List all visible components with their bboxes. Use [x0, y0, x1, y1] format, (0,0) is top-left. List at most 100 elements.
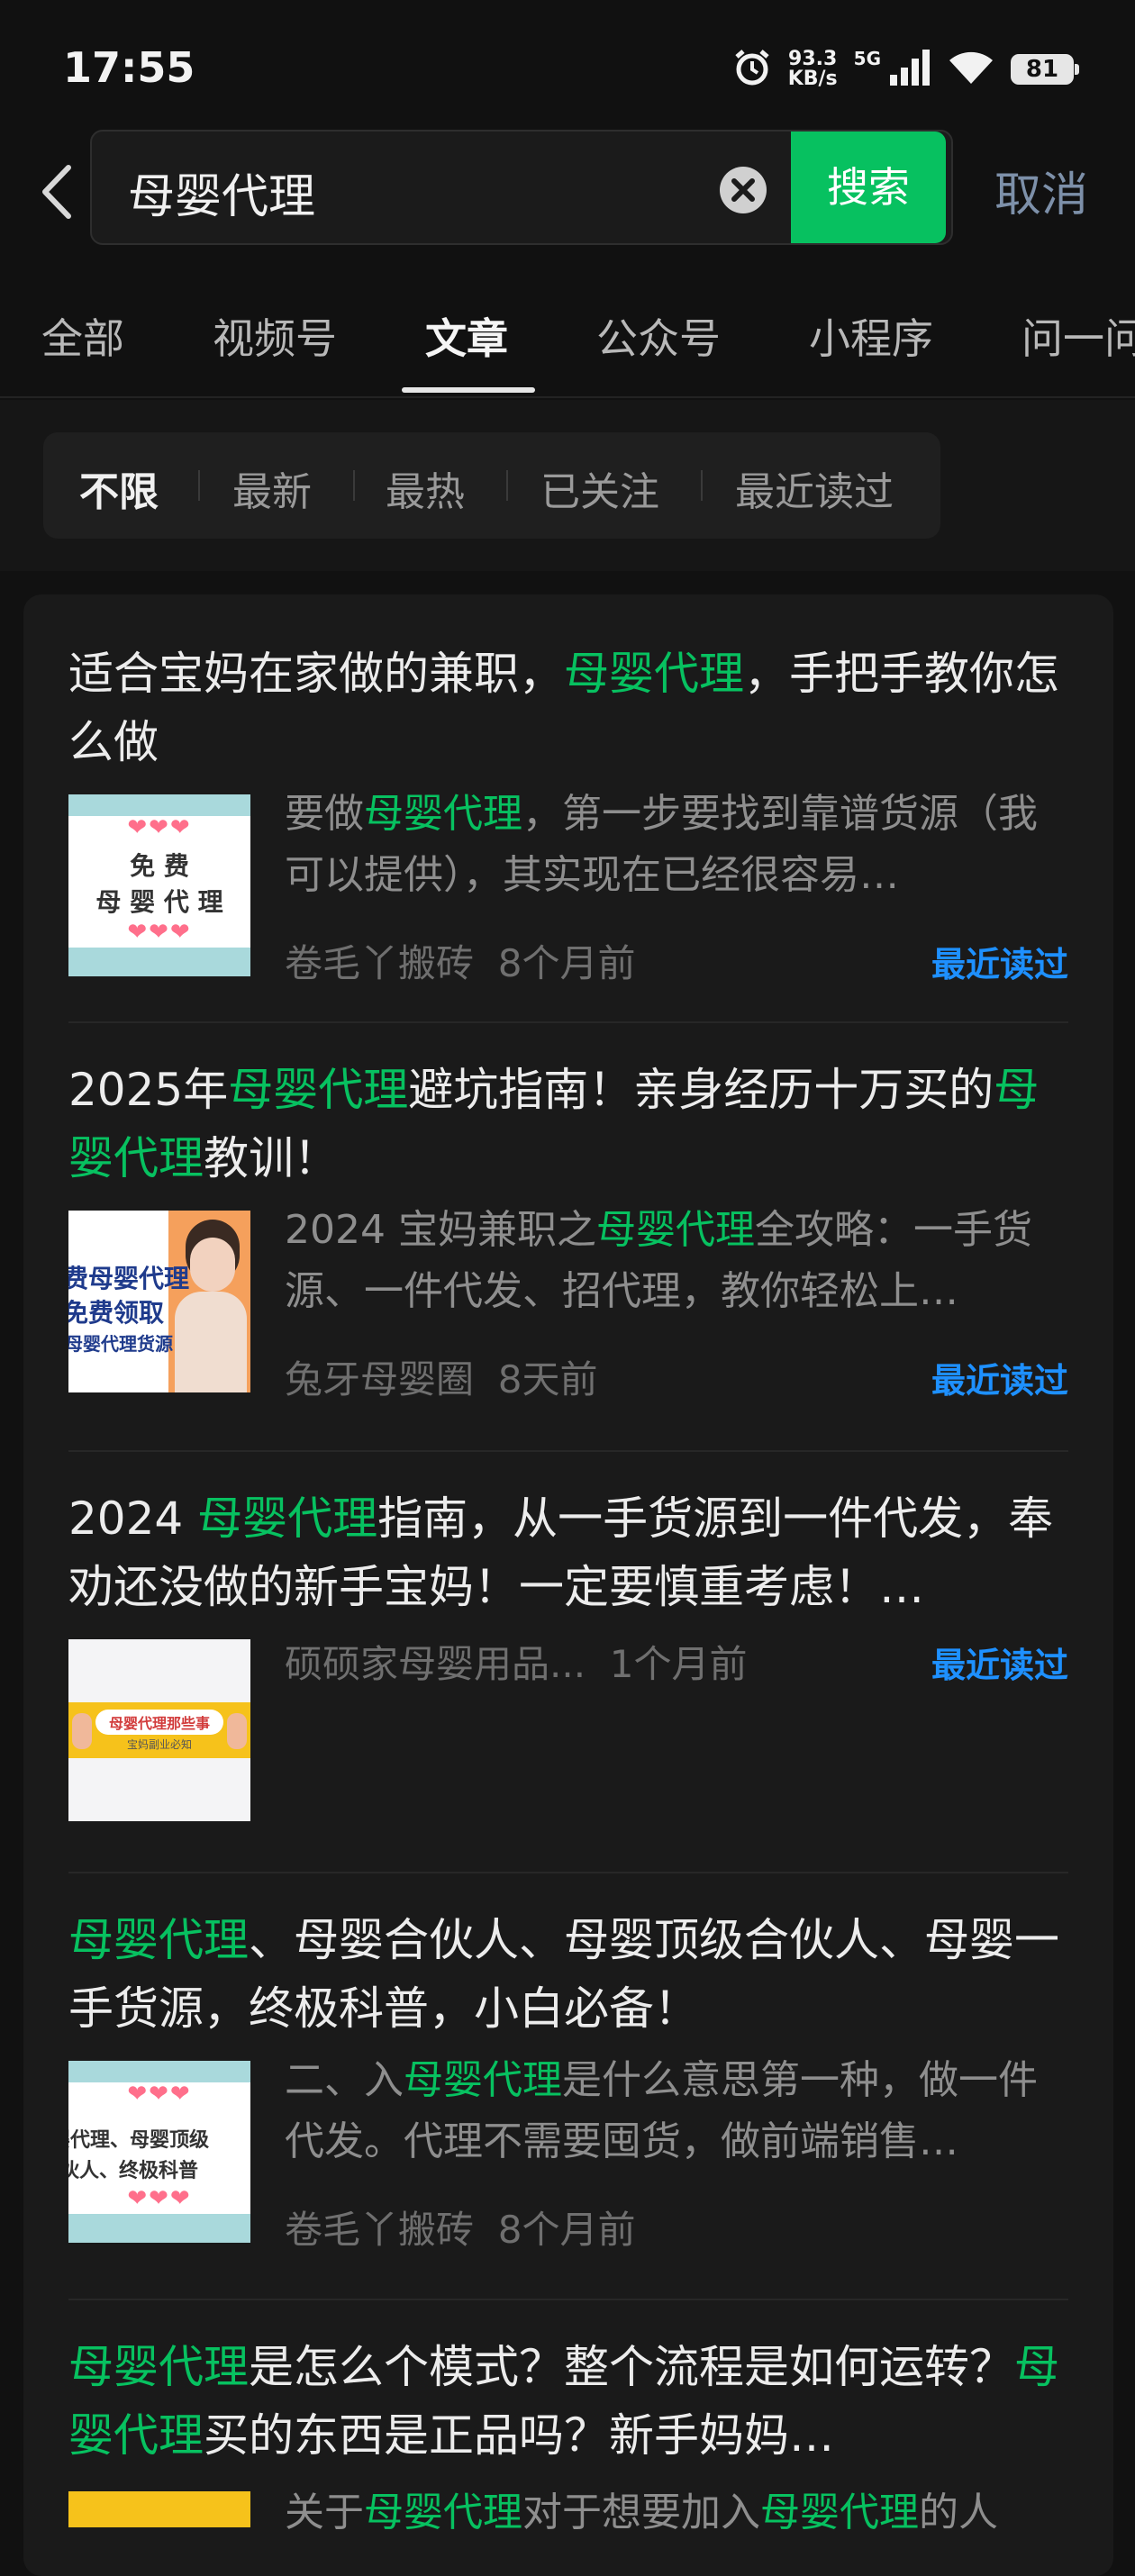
article-meta: 兔牙母婴圈 8天前: [285, 1349, 597, 1404]
search-button[interactable]: 搜索: [791, 132, 946, 243]
article-thumbnail[interactable]: 费母婴代理 免费领取 母婴代理货源: [68, 1211, 250, 1392]
article-thumbnail[interactable]: 母婴代理那些事 宝妈副业必知: [68, 1639, 250, 1821]
summary-text: 二、入: [285, 2057, 404, 2103]
article-title[interactable]: 母婴代理、母婴合伙人、母婴顶级合伙人、母婴一手货源，终极科普，小白必备！: [68, 1906, 1068, 2043]
title-text: 是怎么个模式？整个流程是如何运转？: [249, 2341, 1014, 2393]
article-summary: 二、入母婴代理是什么意思第一种，做一件代发。代理不需要囤货，做前端销售…: [285, 2050, 1068, 2172]
heart-icon: ❤❤❤: [127, 919, 192, 946]
article-meta: 卷毛丫搬砖 8个月前: [285, 933, 635, 988]
hand-icon: [227, 1713, 247, 1749]
article-meta: 卷毛丫搬砖 8个月前: [285, 2200, 635, 2254]
thumbnail-text: 母婴代理那些事: [108, 1715, 210, 1732]
article-title[interactable]: 母婴代理是怎么个模式？整个流程是如何运转？母婴代理买的东西是正品吗？新手妈妈…: [68, 2333, 1068, 2470]
signal-icon: [888, 50, 931, 89]
thumbnail-text: 母 婴 代 理: [95, 887, 223, 917]
thumbnail-text: 母婴代理货源: [68, 1333, 173, 1355]
title-text: 避坑指南！亲身经历十万买的: [408, 1064, 994, 1116]
summary-text: 2024 宝妈兼职之: [285, 1207, 596, 1253]
network-speed: 93.3 KB/s: [788, 50, 838, 89]
filter-unlimited[interactable]: 不限: [79, 459, 159, 517]
filter-latest[interactable]: 最新: [232, 459, 312, 517]
article-title[interactable]: 适合宝妈在家做的兼职，母婴代理，手把手教你怎么做: [68, 639, 1068, 776]
category-tabs: 全部 视频号 文章 公众号 小程序 问一问: [0, 288, 1135, 398]
article-summary: 2024 宝妈兼职之母婴代理全攻略：一手货源、一件代发、招代理，教你轻松上…: [285, 1200, 1068, 1322]
status-bar: 17:55 93.3 KB/s 5G 81: [0, 0, 1135, 135]
heart-icon: ❤❤❤: [127, 2185, 192, 2212]
summary-text: 要做: [285, 791, 364, 837]
title-text: 教训！: [204, 1132, 339, 1184]
back-button[interactable]: [34, 160, 79, 223]
summary-highlight: 母婴代理: [364, 791, 522, 837]
network-speed-unit: KB/s: [787, 68, 838, 90]
active-tab-indicator: [402, 387, 535, 393]
search-input[interactable]: 母婴代理: [128, 159, 315, 226]
article-time: 8个月前: [497, 2208, 636, 2252]
article-thumbnail[interactable]: ❤❤❤ 婴代理、母婴顶级 伙人、终极科普 ❤❤❤: [68, 2061, 250, 2243]
tab-channels[interactable]: 视频号: [213, 306, 337, 366]
article-source: 硕硕家母婴用品...: [285, 1642, 586, 1686]
article-time: 1个月前: [609, 1642, 748, 1686]
title-highlight: 母婴代理: [68, 1914, 249, 1966]
search-box[interactable]: 母婴代理 搜索: [90, 130, 953, 245]
summary-highlight: 母婴代理: [364, 2490, 522, 2535]
status-icons: 93.3 KB/s 5G 81: [732, 47, 1079, 92]
cancel-button[interactable]: 取消: [994, 157, 1088, 224]
title-highlight: 母婴代理: [564, 648, 744, 700]
filter-area: 不限 最新 最热 已关注 最近读过: [0, 400, 1135, 571]
network-type: 5G: [853, 48, 881, 69]
article-thumbnail[interactable]: ❤❤❤ 免 费 母 婴 代 理 ❤❤❤: [68, 794, 250, 976]
filter-recently-read[interactable]: 最近读过: [735, 459, 894, 517]
title-text: 买的东西是正品吗？新手妈妈…: [204, 2409, 834, 2462]
title-highlight: 母婴代理: [197, 1492, 378, 1545]
heart-icon: ❤❤❤: [127, 2081, 192, 2108]
hand-icon: [72, 1713, 92, 1749]
divider: [68, 2299, 1068, 2300]
article-summary: 要做母婴代理，第一步要找到靠谱货源（我可以提供），其实现在已经很容易…: [285, 784, 1068, 906]
thumbnail-text: 伙人、终极科普: [68, 2160, 199, 2182]
article-card[interactable]: 2025年母婴代理避坑指南！亲身经历十万买的母婴代理教训！ 费母婴代理 免费领取…: [68, 1056, 1068, 1416]
article-time: 8天前: [497, 1357, 598, 1401]
article-time: 8个月前: [497, 941, 636, 985]
results-list: 适合宝妈在家做的兼职，母婴代理，手把手教你怎么做 ❤❤❤ 免 费 母 婴 代 理…: [23, 594, 1113, 2576]
thumbnail-text: 婴代理、母婴顶级: [68, 2129, 210, 2152]
thumbnail-text: 免 费: [130, 851, 189, 881]
summary-text: 对于想要加入: [522, 2490, 760, 2535]
article-title[interactable]: 2025年母婴代理避坑指南！亲身经历十万买的母婴代理教训！: [68, 1056, 1068, 1193]
tab-all[interactable]: 全部: [41, 306, 124, 366]
divider: [68, 1450, 1068, 1452]
heart-icon: ❤❤❤: [127, 814, 192, 841]
clear-icon[interactable]: [719, 166, 767, 214]
recently-read-badge: 最近读过: [931, 945, 1068, 984]
article-summary: 关于母婴代理对于想要加入母婴代理的人: [285, 2482, 1068, 2544]
tab-ask[interactable]: 问一问: [1022, 306, 1135, 366]
filter-separator: [506, 470, 508, 501]
filter-hottest[interactable]: 最热: [386, 459, 465, 517]
title-highlight: 母婴代理: [228, 1064, 409, 1116]
tab-articles[interactable]: 文章: [425, 306, 508, 366]
tab-mini-programs[interactable]: 小程序: [809, 306, 933, 366]
article-source: 兔牙母婴圈: [285, 1357, 475, 1401]
battery-indicator: 81: [1011, 54, 1079, 85]
filter-separator: [353, 470, 355, 501]
article-title[interactable]: 2024 母婴代理指南，从一手货源到一件代发，奉劝还没做的新手宝妈！一定要慎重考…: [68, 1484, 1068, 1621]
article-meta: 硕硕家母婴用品... 1个月前: [285, 1634, 748, 1689]
thumbnail-text: 宝妈副业必知: [126, 1738, 192, 1751]
article-card[interactable]: 适合宝妈在家做的兼职，母婴代理，手把手教你怎么做 ❤❤❤ 免 费 母 婴 代 理…: [68, 639, 1068, 991]
search-row: 母婴代理 搜索 取消: [0, 126, 1135, 252]
title-highlight: 母婴代理: [68, 2341, 249, 2393]
tab-official-accounts[interactable]: 公众号: [596, 306, 721, 366]
article-thumbnail[interactable]: [68, 2491, 250, 2527]
divider: [68, 1021, 1068, 1023]
filter-followed[interactable]: 已关注: [540, 459, 659, 517]
article-source: 卷毛丫搬砖: [285, 2208, 475, 2252]
article-card[interactable]: 母婴代理是怎么个模式？整个流程是如何运转？母婴代理买的东西是正品吗？新手妈妈… …: [68, 2333, 1068, 2567]
filter-separator: [198, 470, 200, 501]
thumbnail-text: 费母婴代理: [68, 1264, 190, 1293]
summary-text: 的人: [919, 2490, 998, 2535]
title-text: 适合宝妈在家做的兼职，: [68, 648, 564, 700]
thumbnail-text: 免费领取: [68, 1298, 165, 1328]
title-text: 2025年: [68, 1064, 229, 1116]
article-card[interactable]: 母婴代理、母婴合伙人、母婴顶级合伙人、母婴一手货源，终极科普，小白必备！ ❤❤❤…: [68, 1906, 1068, 2266]
recently-read-badge: 最近读过: [931, 1646, 1068, 1685]
article-card[interactable]: 2024 母婴代理指南，从一手货源到一件代发，奉劝还没做的新手宝妈！一定要慎重考…: [68, 1484, 1068, 1836]
